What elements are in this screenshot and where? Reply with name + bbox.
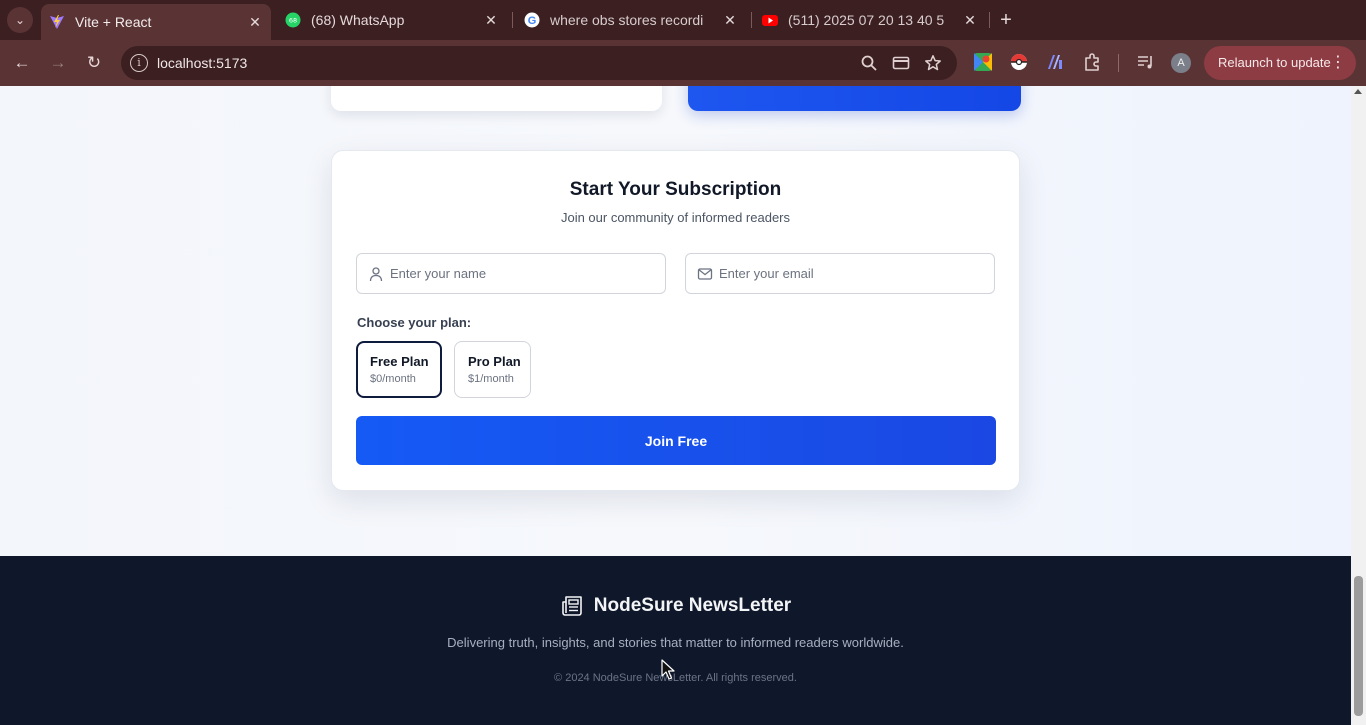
plan-name: Pro Plan bbox=[468, 354, 521, 369]
plus-icon: + bbox=[1000, 9, 1012, 31]
extensions-puzzle-icon[interactable] bbox=[1082, 52, 1102, 72]
arrow-right-icon: → bbox=[49, 53, 67, 72]
svg-text:G: G bbox=[528, 15, 537, 27]
browser-toolbar: ← → ↻ i localhost:5173 A Relaunch to upd… bbox=[0, 40, 1366, 86]
new-tab-button[interactable]: + bbox=[994, 8, 1018, 32]
tab-divider bbox=[512, 12, 513, 28]
relaunch-to-update-button[interactable]: Relaunch to update ⋮ bbox=[1204, 46, 1356, 80]
plan-option-free[interactable]: Free Plan $0/month bbox=[356, 341, 442, 398]
site-info-icon[interactable]: i bbox=[130, 54, 148, 72]
browser-tab-whatsapp[interactable]: 68 (68) WhatsApp ✕ bbox=[277, 0, 507, 40]
scrollbar-thumb[interactable] bbox=[1354, 576, 1363, 716]
plan-price: $0/month bbox=[370, 373, 416, 385]
browser-tab-youtube[interactable]: (511) 2025 07 20 13 40 5 ✕ bbox=[754, 0, 986, 40]
footer-brand: NodeSure NewsLetter bbox=[0, 594, 1351, 618]
tab-divider bbox=[751, 12, 752, 28]
newspaper-icon bbox=[561, 596, 582, 616]
vite-icon bbox=[50, 15, 64, 29]
relaunch-label: Relaunch to update bbox=[1218, 55, 1331, 70]
maps-extension-icon[interactable] bbox=[973, 52, 993, 72]
tab-title: (68) WhatsApp bbox=[311, 12, 405, 28]
page-viewport: Start Your Subscription Join our communi… bbox=[0, 86, 1351, 725]
join-button[interactable]: Join Free bbox=[356, 416, 996, 465]
plan-name: Free Plan bbox=[370, 354, 429, 369]
site-footer: NodeSure NewsLetter Delivering truth, in… bbox=[0, 556, 1351, 725]
pokeball-extension-icon[interactable] bbox=[1009, 52, 1029, 72]
browser-tab-bar: ⌄ Vite + React ✕ 68 (68) WhatsApp ✕ G wh… bbox=[0, 0, 1366, 40]
email-field[interactable] bbox=[685, 253, 995, 294]
previous-section-card-highlight bbox=[688, 86, 1021, 111]
svg-text:68: 68 bbox=[289, 17, 297, 25]
footer-tagline: Delivering truth, insights, and stories … bbox=[447, 635, 904, 650]
more-vertical-icon[interactable]: ⋮ bbox=[1330, 46, 1346, 80]
browser-tab-google[interactable]: G where obs stores recordi ✕ bbox=[516, 0, 746, 40]
card-icon[interactable] bbox=[892, 54, 910, 72]
tab-title: where obs stores recordi bbox=[550, 12, 704, 28]
plan-price: $1/month bbox=[468, 373, 514, 385]
back-button[interactable]: ← bbox=[10, 51, 34, 75]
arrow-left-icon: ← bbox=[13, 53, 31, 72]
subscription-subtitle: Join our community of informed readers bbox=[560, 210, 791, 225]
address-bar[interactable]: i localhost:5173 bbox=[121, 46, 957, 80]
previous-section-card bbox=[331, 86, 662, 111]
zoom-icon[interactable] bbox=[860, 54, 878, 72]
mail-icon bbox=[697, 268, 713, 280]
user-icon bbox=[369, 267, 383, 282]
scroll-up-icon[interactable] bbox=[1354, 89, 1362, 94]
plan-label: Choose your plan: bbox=[357, 315, 472, 330]
close-icon[interactable]: ✕ bbox=[481, 12, 501, 29]
toolbar-divider bbox=[1118, 54, 1119, 72]
address-url[interactable]: localhost:5173 bbox=[157, 55, 247, 71]
youtube-icon bbox=[762, 15, 778, 26]
close-icon[interactable]: ✕ bbox=[720, 12, 740, 29]
close-icon[interactable]: ✕ bbox=[245, 14, 265, 31]
browser-tab-vite[interactable]: Vite + React ✕ bbox=[41, 4, 271, 40]
tab-title: (511) 2025 07 20 13 40 5 bbox=[788, 12, 945, 28]
chevron-down-icon: ⌄ bbox=[14, 13, 26, 27]
tab-search-button[interactable]: ⌄ bbox=[7, 7, 33, 33]
profile-avatar[interactable]: A bbox=[1171, 53, 1191, 73]
page-scrollbar[interactable] bbox=[1351, 86, 1366, 725]
subscription-card: Start Your Subscription Join our communi… bbox=[331, 150, 1020, 491]
tab-divider bbox=[989, 12, 990, 28]
media-controls-icon[interactable] bbox=[1135, 52, 1155, 72]
analytics-extension-icon[interactable] bbox=[1045, 52, 1065, 72]
name-field[interactable] bbox=[356, 253, 666, 294]
email-input[interactable] bbox=[719, 254, 984, 293]
google-icon: G bbox=[524, 12, 540, 28]
whatsapp-icon: 68 bbox=[285, 12, 301, 28]
tab-title: Vite + React bbox=[75, 14, 152, 30]
forward-button[interactable]: → bbox=[46, 51, 70, 75]
footer-brand-name: NodeSure NewsLetter bbox=[593, 595, 792, 616]
mouse-cursor-icon bbox=[661, 659, 675, 680]
reload-icon: ↻ bbox=[86, 53, 102, 72]
star-icon[interactable] bbox=[924, 54, 942, 72]
name-input[interactable] bbox=[390, 254, 655, 293]
footer-copyright: © 2024 NodeSure NewsLetter. All rights r… bbox=[554, 672, 797, 684]
reload-button[interactable]: ↻ bbox=[82, 51, 106, 75]
close-icon[interactable]: ✕ bbox=[960, 12, 980, 29]
plan-option-pro[interactable]: Pro Plan $1/month bbox=[454, 341, 531, 398]
subscription-title: Start Your Subscription bbox=[569, 179, 782, 200]
